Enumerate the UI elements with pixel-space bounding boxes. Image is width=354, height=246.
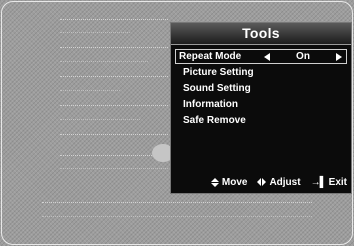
exit-icon: →▌ <box>310 176 327 188</box>
menu-item-picture-setting[interactable]: Picture Setting <box>175 66 347 80</box>
menu-item-safe-remove[interactable]: Safe Remove <box>175 114 347 128</box>
repeat-mode-value: On <box>296 50 310 62</box>
tools-menu-panel: Tools Repeat Mode On Picture Setting Sou… <box>170 22 352 194</box>
menu-item-label: Sound Setting <box>183 83 251 94</box>
move-label: Move <box>221 176 248 188</box>
tv-screen: Tools Repeat Mode On Picture Setting Sou… <box>0 0 354 246</box>
exit-hint[interactable]: →▌ Exit <box>311 177 347 188</box>
navigation-hints: Move Adjust →▌ Exit <box>171 171 351 193</box>
adjust-hint: Adjust <box>257 176 301 188</box>
tools-title: Tools <box>171 23 351 45</box>
left-arrow-icon[interactable] <box>264 52 270 61</box>
up-down-arrow-icon <box>210 177 219 187</box>
menu-item-information[interactable]: Information <box>175 98 347 112</box>
menu-item-label: Safe Remove <box>183 115 246 126</box>
menu-item-sound-setting[interactable]: Sound Setting <box>175 82 347 96</box>
right-arrow-icon[interactable] <box>335 52 342 61</box>
menu-item-label: Repeat Mode <box>179 50 242 62</box>
exit-label: Exit <box>328 176 347 188</box>
repeat-mode-value-selector[interactable]: On <box>264 50 346 64</box>
menu-item-label: Information <box>183 99 238 110</box>
adjust-label: Adjust <box>269 176 301 188</box>
menu-item-label: Picture Setting <box>183 67 254 78</box>
menu-item-repeat-mode[interactable]: Repeat Mode On <box>175 49 347 64</box>
move-hint: Move <box>210 176 248 188</box>
left-right-arrow-icon <box>257 178 267 186</box>
tools-menu-list: Repeat Mode On Picture Setting Sound Set… <box>171 45 351 128</box>
